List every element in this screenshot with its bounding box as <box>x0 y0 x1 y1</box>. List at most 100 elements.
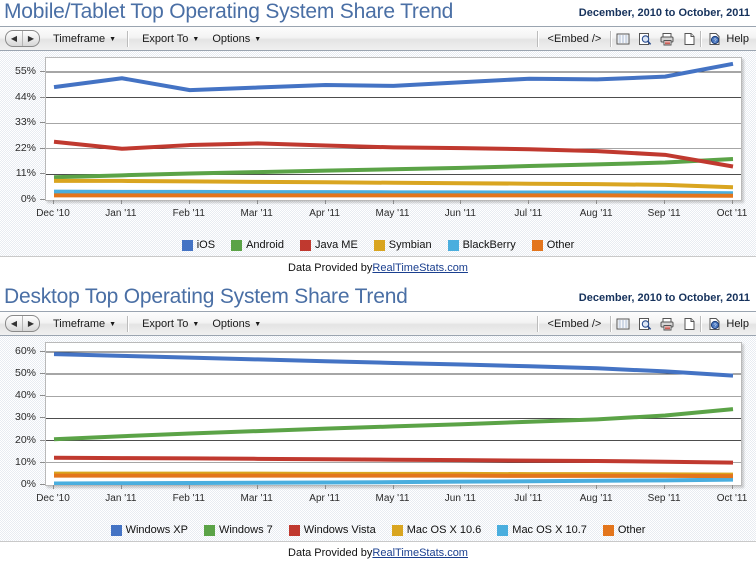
embed-button[interactable]: <Embed /> <box>539 318 611 330</box>
x-axis-tick <box>392 200 394 204</box>
legend-swatch <box>181 239 193 251</box>
y-axis-tick <box>40 71 45 72</box>
columns-icon[interactable] <box>612 312 634 335</box>
legend-item[interactable]: Other <box>602 524 645 536</box>
y-axis-tick-label: 0% <box>20 478 36 490</box>
timeframe-menu-label: Timeframe <box>53 317 106 330</box>
x-axis-tick-label: Mar '11 <box>240 493 273 504</box>
x-axis-tick-label: May '11 <box>375 493 410 504</box>
x-axis-tick-label: Jan '11 <box>105 208 137 219</box>
x-axis-tick-label: Jan '11 <box>105 493 137 504</box>
print-icon[interactable] <box>656 312 678 335</box>
options-menu[interactable]: Options ▼ <box>212 318 261 330</box>
desktop-footer: Data Provided by RealTimeStats.com <box>0 541 756 564</box>
chevron-down-icon: ▼ <box>192 321 200 328</box>
timeframe-menu[interactable]: Timeframe ▼ <box>53 318 116 330</box>
legend-item[interactable]: iOS <box>181 239 215 251</box>
realtimestats-link[interactable]: RealTimeStats.com <box>372 262 468 274</box>
x-axis-tick-label: Apr '11 <box>309 208 340 219</box>
x-axis-tick-label: Jul '11 <box>514 208 543 219</box>
x-axis-tick <box>596 200 598 204</box>
help-button[interactable]: ? Help <box>702 317 756 331</box>
x-axis-tick <box>460 200 462 204</box>
chevron-down-icon: ▼ <box>109 321 117 328</box>
panel-1-toolbar: ◀ ▶ Timeframe ▼ Export To ▼ Options ▼ <E… <box>0 26 756 51</box>
x-axis-tick <box>460 485 462 489</box>
options-menu-label: Options <box>212 32 251 45</box>
x-axis-tick <box>53 200 54 204</box>
legend-item[interactable]: Mac OS X 10.6 <box>391 524 481 536</box>
legend-label: Android <box>246 239 284 251</box>
legend-item[interactable]: BlackBerry <box>447 239 516 251</box>
x-axis-tick-label: Aug '11 <box>579 208 613 219</box>
help-button[interactable]: ? Help <box>702 32 756 46</box>
prev-arrow-icon[interactable]: ◀ <box>6 31 23 46</box>
legend-swatch <box>391 524 403 536</box>
x-axis-tick-label: Sep '11 <box>647 493 681 504</box>
legend-swatch <box>203 524 215 536</box>
x-axis-tick-label: Oct '11 <box>716 493 748 504</box>
x-axis-tick-label: Mar '11 <box>240 208 273 219</box>
legend-label: Symbian <box>388 239 432 251</box>
date-range-label: December, 2010 to October, 2011 <box>578 292 750 304</box>
x-axis-tick <box>324 200 326 204</box>
columns-icon[interactable] <box>612 27 634 50</box>
x-axis-tick-label: Sep '11 <box>647 208 681 219</box>
options-menu-label: Options <box>212 317 251 330</box>
x-axis-tick <box>664 485 666 489</box>
desktop-panel: Desktop Top Operating System Share Trend… <box>0 285 756 564</box>
y-axis-tick-label: 50% <box>14 367 36 380</box>
legend-item[interactable]: Windows Vista <box>288 524 376 536</box>
legend-label: Mac OS X 10.7 <box>512 524 587 536</box>
legend-label: Windows 7 <box>218 524 273 536</box>
embed-button[interactable]: <Embed /> <box>539 33 611 45</box>
series-line <box>53 455 734 465</box>
toolbar-divider <box>127 30 130 47</box>
legend-item[interactable]: Windows XP <box>110 524 188 536</box>
x-axis-tick <box>596 485 598 489</box>
zoom-preview-icon[interactable] <box>634 27 656 50</box>
options-menu[interactable]: Options ▼ <box>212 33 261 45</box>
panel-2-title-row: Desktop Top Operating System Share Trend… <box>0 285 756 311</box>
zoom-preview-icon[interactable] <box>634 312 656 335</box>
legend-item[interactable]: Android <box>231 239 284 251</box>
x-axis-tick <box>120 485 122 489</box>
next-arrow-icon[interactable]: ▶ <box>23 316 39 331</box>
mobile-chart-area: 0% 11% 22% 33% 44% 55% Dec '10 Jan '11 Feb '11 M… <box>0 51 756 231</box>
export-to-menu[interactable]: Export To ▼ <box>142 33 199 45</box>
desktop-plot-region <box>45 342 742 486</box>
y-axis-tick <box>40 461 45 463</box>
legend-item[interactable]: Other <box>531 239 574 251</box>
page-icon[interactable] <box>678 312 700 335</box>
legend-swatch <box>299 239 311 251</box>
timeframe-menu[interactable]: Timeframe ▼ <box>53 33 116 45</box>
x-axis-tick <box>528 485 530 489</box>
series-line <box>53 61 734 93</box>
x-axis-tick-label: Jun '11 <box>444 208 476 219</box>
print-icon[interactable] <box>656 27 678 50</box>
legend-item[interactable]: Mac OS X 10.7 <box>497 524 587 536</box>
y-axis-tick <box>40 199 45 200</box>
next-arrow-icon[interactable]: ▶ <box>23 31 39 46</box>
mobile-tablet-panel: Mobile/Tablet Top Operating System Share… <box>0 0 756 279</box>
nav-arrows[interactable]: ◀ ▶ <box>5 30 40 47</box>
legend-swatch <box>373 239 385 251</box>
chevron-down-icon: ▼ <box>254 36 262 43</box>
realtimestats-link[interactable]: RealTimeStats.com <box>372 547 468 559</box>
x-axis-tick <box>188 485 190 489</box>
legend-item[interactable]: Windows 7 <box>203 524 273 536</box>
toolbar-right-group: <Embed /> ? Help <box>536 27 756 50</box>
prev-arrow-icon[interactable]: ◀ <box>6 316 23 331</box>
legend-item[interactable]: Symbian <box>373 239 432 251</box>
nav-arrows[interactable]: ◀ ▶ <box>5 315 40 332</box>
legend-item[interactable]: Java ME <box>299 239 358 251</box>
chevron-down-icon: ▼ <box>254 321 262 328</box>
page-title: Mobile/Tablet Top Operating System Share… <box>4 0 454 23</box>
page-icon[interactable] <box>678 27 700 50</box>
export-to-menu[interactable]: Export To ▼ <box>142 318 199 330</box>
help-label: Help <box>726 317 749 330</box>
date-range-label: December, 2010 to October, 2011 <box>578 7 750 19</box>
y-axis-tick-label: 33% <box>14 116 36 129</box>
y-axis-tick <box>40 122 45 124</box>
x-axis-tick-label: Feb '11 <box>172 493 205 504</box>
